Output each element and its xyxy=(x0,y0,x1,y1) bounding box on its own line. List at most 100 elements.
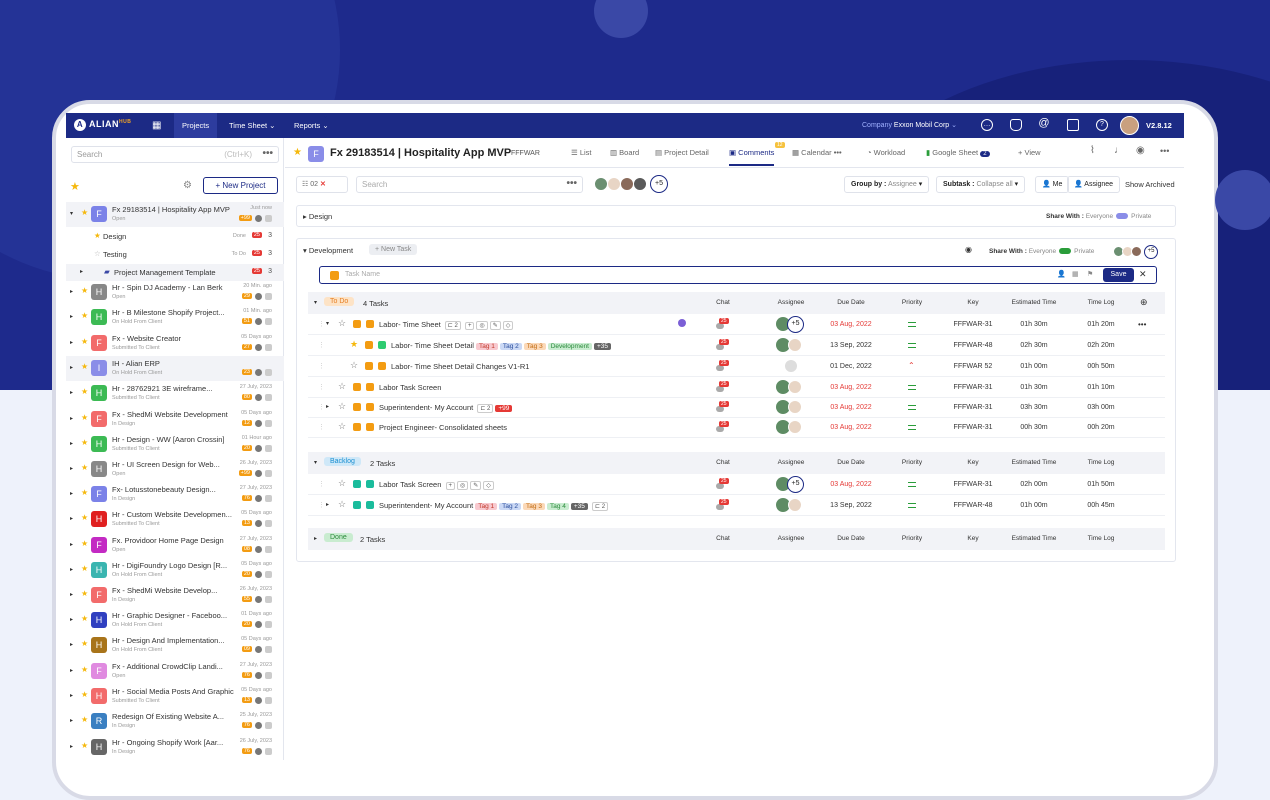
avatar[interactable] xyxy=(1131,246,1142,257)
tag-badge[interactable]: Tag 2 xyxy=(499,503,522,510)
tag-badge[interactable]: Tag 1 xyxy=(475,343,498,350)
star-icon[interactable]: ★ xyxy=(81,387,88,396)
task-row[interactable]: ⋮ ▸ ☆ Superintendent- My Account ⊏ 2 +99 25 0… xyxy=(308,398,1165,418)
due-date[interactable]: 01 Dec, 2022 xyxy=(816,363,886,370)
new-task-button[interactable]: + New Task xyxy=(369,244,418,255)
star-icon[interactable]: ★ xyxy=(81,337,88,346)
task-type-icon[interactable] xyxy=(378,341,386,349)
star-icon[interactable]: ★ xyxy=(81,741,88,750)
collapse-icon[interactable]: ▾ xyxy=(314,299,317,306)
drag-handle-icon[interactable]: ⋮ xyxy=(318,383,325,391)
more-members-badge[interactable]: +5 xyxy=(650,175,668,193)
chat-icon[interactable]: 25 xyxy=(716,318,730,330)
sidebar-project-item[interactable]: ▸ ★ F Fx. Providoor Home Page Design Ope… xyxy=(66,533,284,558)
sidebar-project-item[interactable]: ▸ ★ H Hr - 28762921 3E wireframe... Subm… xyxy=(66,381,284,406)
chat-icon[interactable]: 25 xyxy=(716,339,730,351)
favorites-star-icon[interactable]: ★ xyxy=(70,180,80,193)
assignee-filter-button[interactable]: 👤 Assignee xyxy=(1067,176,1121,193)
timer-icon[interactable] xyxy=(1067,119,1079,131)
watch-icon[interactable]: ◉ xyxy=(965,245,972,254)
logo[interactable]: A ALIANHUB xyxy=(74,119,131,131)
sidebar-project-item[interactable]: ▸ ★ I IH - Alian ERP On Hold From Client… xyxy=(66,356,284,381)
help-icon[interactable]: ? xyxy=(1096,119,1108,131)
task-name[interactable]: Labor- Time Sheet Detail Tag 1 Tag 2 Tag 3D… xyxy=(391,341,612,350)
chat-icon[interactable]: … xyxy=(981,119,993,131)
expand-icon[interactable]: ▸ xyxy=(326,403,329,410)
chat-icon[interactable]: 25 xyxy=(716,499,730,511)
task-row[interactable]: ⋮ ▾ ☆ Labor- Time Sheet ⊏ 2 + ◎ ✎ ◇ 25 +5 03 Aug… xyxy=(308,315,1165,335)
task-type-icon[interactable] xyxy=(366,320,374,328)
avatar[interactable] xyxy=(633,177,647,191)
task-type-icon[interactable] xyxy=(366,423,374,431)
tag-badge[interactable]: Tag 3 xyxy=(523,343,546,350)
due-date[interactable]: 13 Sep, 2022 xyxy=(816,502,886,509)
avatar[interactable] xyxy=(620,177,634,191)
attachment-icon[interactable]: ⌇ xyxy=(1090,145,1095,156)
task-name[interactable]: Project Engineer- Consolidated sheets xyxy=(379,423,507,432)
expand-icon[interactable]: ▸ xyxy=(70,616,73,623)
subtask-count[interactable]: ⊏ 2 xyxy=(444,321,461,330)
task-name[interactable]: Labor Task Screen xyxy=(379,383,441,392)
sidebar-project-item[interactable]: ▸ ★ F Fx- Lotusstonebeauty Design... In … xyxy=(66,482,284,507)
due-date[interactable]: 03 Aug, 2022 xyxy=(816,384,886,391)
user-avatar[interactable] xyxy=(1120,116,1139,135)
tab-add-view[interactable]: + View xyxy=(1018,148,1041,157)
expand-icon[interactable]: ▾ xyxy=(70,210,73,217)
chat-icon[interactable]: 25 xyxy=(716,401,730,413)
sidebar-project-item[interactable]: ▸ ★ H Hr - UI Screen Design for Web... O… xyxy=(66,457,284,482)
timer-icon[interactable] xyxy=(678,319,686,327)
save-button[interactable]: Save xyxy=(1103,268,1134,282)
star-icon[interactable]: ★ xyxy=(81,639,88,648)
tab-google-sheet[interactable]: ▮ Google Sheet 2 xyxy=(926,148,990,157)
star-icon[interactable]: ☆ xyxy=(94,249,101,258)
due-date[interactable]: 03 Aug, 2022 xyxy=(816,321,886,328)
task-row[interactable]: ⋮ ☆ Project Engineer- Consolidated sheets… xyxy=(308,418,1165,438)
task-status-icon[interactable] xyxy=(353,501,361,509)
avatar[interactable] xyxy=(788,420,802,434)
watch-icon[interactable]: ◉ xyxy=(1136,145,1145,156)
tab-list[interactable]: ☰ List xyxy=(571,148,591,157)
sidebar-list-item[interactable]: ▸ ▰ Project Management Template 25 3 xyxy=(66,264,284,281)
status-pill[interactable]: Backlog xyxy=(324,457,361,466)
star-icon[interactable]: ★ xyxy=(81,362,88,371)
task-type-icon[interactable] xyxy=(366,501,374,509)
task-status-icon[interactable] xyxy=(365,341,373,349)
sidebar-project-item[interactable]: ▸ ★ H Hr - Social Media Posts And Graphi… xyxy=(66,684,284,709)
more-icon[interactable]: ••• xyxy=(1138,320,1146,329)
more-members-badge[interactable]: +5 xyxy=(787,316,804,333)
sidebar-project-item[interactable]: ▸ ★ F Fx - Additional CrowdClip Landi...… xyxy=(66,659,284,684)
expand-icon[interactable]: ▸ xyxy=(70,440,73,447)
expand-icon[interactable]: ▸ xyxy=(70,389,73,396)
more-icon[interactable]: ••• xyxy=(1160,146,1169,156)
mention-icon[interactable]: @ xyxy=(1038,118,1050,131)
check-icon[interactable]: ◎ xyxy=(476,321,488,330)
subtask-select[interactable]: Subtask : Collapse all ▾ xyxy=(936,176,1026,193)
priority-normal-icon[interactable] xyxy=(908,385,916,390)
add-icon[interactable]: + xyxy=(464,322,475,330)
status-pill[interactable]: To Do xyxy=(324,297,355,306)
task-status-icon[interactable] xyxy=(353,423,361,431)
tab-comments[interactable]: ▣ Comments 12 xyxy=(729,142,785,166)
priority-normal-icon[interactable] xyxy=(908,322,916,327)
task-status-icon[interactable] xyxy=(353,320,361,328)
star-icon[interactable]: ★ xyxy=(81,286,88,295)
nav-tab-timesheet[interactable]: Time Sheet ⌄ xyxy=(221,113,283,138)
tag-icon[interactable]: ◇ xyxy=(502,321,514,330)
task-row[interactable]: ⋮ ☆ Labor- Time Sheet Detail Changes V1-R… xyxy=(308,357,1165,377)
star-icon[interactable]: ★ xyxy=(81,715,88,724)
task-status-icon[interactable] xyxy=(353,383,361,391)
collapse-icon[interactable]: ▸ xyxy=(314,535,317,542)
drag-handle-icon[interactable]: ⋮ xyxy=(318,403,325,411)
star-icon[interactable]: ★ xyxy=(81,413,88,422)
priority-normal-icon[interactable] xyxy=(908,482,916,487)
edit-icon[interactable]: ✎ xyxy=(489,321,501,330)
task-name[interactable]: Labor- Time Sheet ⊏ 2 + ◎ ✎ ◇ xyxy=(379,320,514,330)
show-archived-link[interactable]: Show Archived xyxy=(1125,180,1175,189)
expand-icon[interactable]: ▸ xyxy=(80,268,83,275)
task-status-icon[interactable] xyxy=(353,403,361,411)
expand-icon[interactable]: ▸ xyxy=(70,566,73,573)
avatar[interactable] xyxy=(788,498,802,512)
avatar[interactable] xyxy=(594,177,608,191)
expand-icon[interactable]: ▸ xyxy=(70,364,73,371)
star-icon[interactable]: ☆ xyxy=(338,478,346,489)
